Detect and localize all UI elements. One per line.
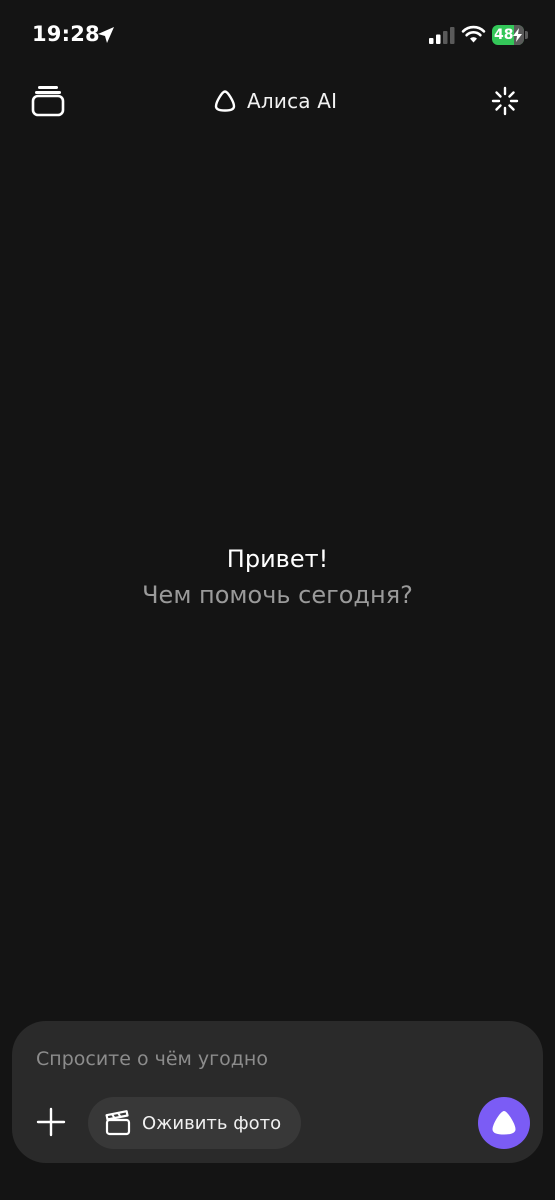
greeting: Привет! Чем помочь сегодня? [0,540,555,612]
greeting-title: Привет! [226,545,329,573]
alice-logo-icon [492,1111,516,1135]
sparkle-icon[interactable] [490,84,520,118]
status-time: 19:28 [32,22,100,46]
battery-indicator: 48 [492,25,528,45]
clapperboard-icon [105,1110,131,1136]
location-arrow-icon [98,27,114,43]
plus-icon[interactable] [36,1107,66,1137]
animate-photo-label: Оживить фото [142,1112,282,1134]
composer: Оживить фото [12,1021,543,1163]
battery-cap [525,31,528,39]
battery-body: 48 [492,25,524,45]
screen: 19:28 48 Алиса AI Привет! Чем помочь сег… [0,0,555,1200]
charging-bolt-icon [513,28,522,42]
wifi-icon [461,25,486,43]
battery-percent: 48 [494,27,514,43]
alice-voice-button[interactable] [478,1097,530,1149]
prompt-input[interactable] [36,1041,506,1077]
app-title: Алиса AI [247,89,338,113]
status-bar: 19:28 48 [0,0,555,70]
cellular-signal-icon [429,27,455,44]
animate-photo-chip[interactable]: Оживить фото [88,1097,302,1149]
app-header: Алиса AI [0,70,555,130]
app-title-group: Алиса AI [213,86,337,116]
greeting-subtitle: Чем помочь сегодня? [142,581,413,609]
alice-logo-icon [214,90,236,112]
stack-icon[interactable] [30,84,66,118]
